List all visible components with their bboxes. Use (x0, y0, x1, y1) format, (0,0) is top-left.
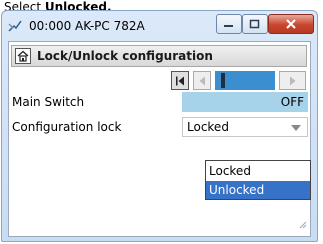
page-title: Lock/Unlock configuration (37, 49, 213, 63)
minimize-icon (224, 25, 233, 27)
app-icon (7, 18, 23, 34)
resize-grip-icon (299, 221, 307, 229)
option-label: Locked (209, 164, 251, 178)
home-icon (17, 50, 29, 62)
nav-prev-button[interactable] (193, 71, 211, 90)
nav-first-button[interactable] (171, 71, 189, 90)
title-bar[interactable]: 00:000 AK-PC 782A (2, 11, 317, 41)
configuration-lock-select[interactable]: Locked (182, 117, 308, 137)
maximize-icon (249, 19, 260, 29)
skip-first-icon (176, 76, 184, 85)
param-value: OFF (280, 95, 304, 109)
window-title: 00:000 AK-PC 782A (29, 19, 145, 33)
option-label: Unlocked (209, 183, 265, 197)
maximize-button[interactable] (242, 14, 268, 34)
page-navigator (171, 71, 306, 90)
home-button[interactable] (15, 48, 31, 64)
option-locked[interactable]: Locked (206, 162, 310, 180)
page-header: Lock/Unlock configuration (11, 45, 307, 67)
param-row-configuration-lock[interactable]: Configuration lock Locked (12, 117, 308, 137)
nav-next-button[interactable] (279, 71, 306, 90)
configuration-lock-dropdown: Locked Unlocked (205, 160, 311, 200)
param-label: Configuration lock (12, 120, 122, 134)
app-window: 00:000 AK-PC 782A Lock/Unlock configurat… (1, 10, 318, 242)
resize-grip[interactable] (299, 214, 307, 233)
prev-icon (199, 76, 205, 85)
nav-position-track[interactable] (215, 71, 275, 90)
next-icon (289, 76, 295, 85)
param-row-main-switch[interactable]: Main Switch OFF (12, 92, 308, 112)
close-icon (286, 19, 296, 29)
select-current-value: Locked (187, 120, 229, 134)
main-switch-value-cell[interactable]: OFF (182, 92, 308, 112)
nav-position-thumb[interactable] (221, 73, 225, 88)
option-unlocked[interactable]: Unlocked (206, 181, 310, 199)
chevron-down-icon (291, 125, 301, 131)
content-panel: Lock/Unlock configuration Main Switch OF… (8, 41, 311, 237)
close-button[interactable] (268, 14, 314, 34)
minimize-button[interactable] (216, 14, 242, 34)
param-label: Main Switch (12, 95, 85, 109)
